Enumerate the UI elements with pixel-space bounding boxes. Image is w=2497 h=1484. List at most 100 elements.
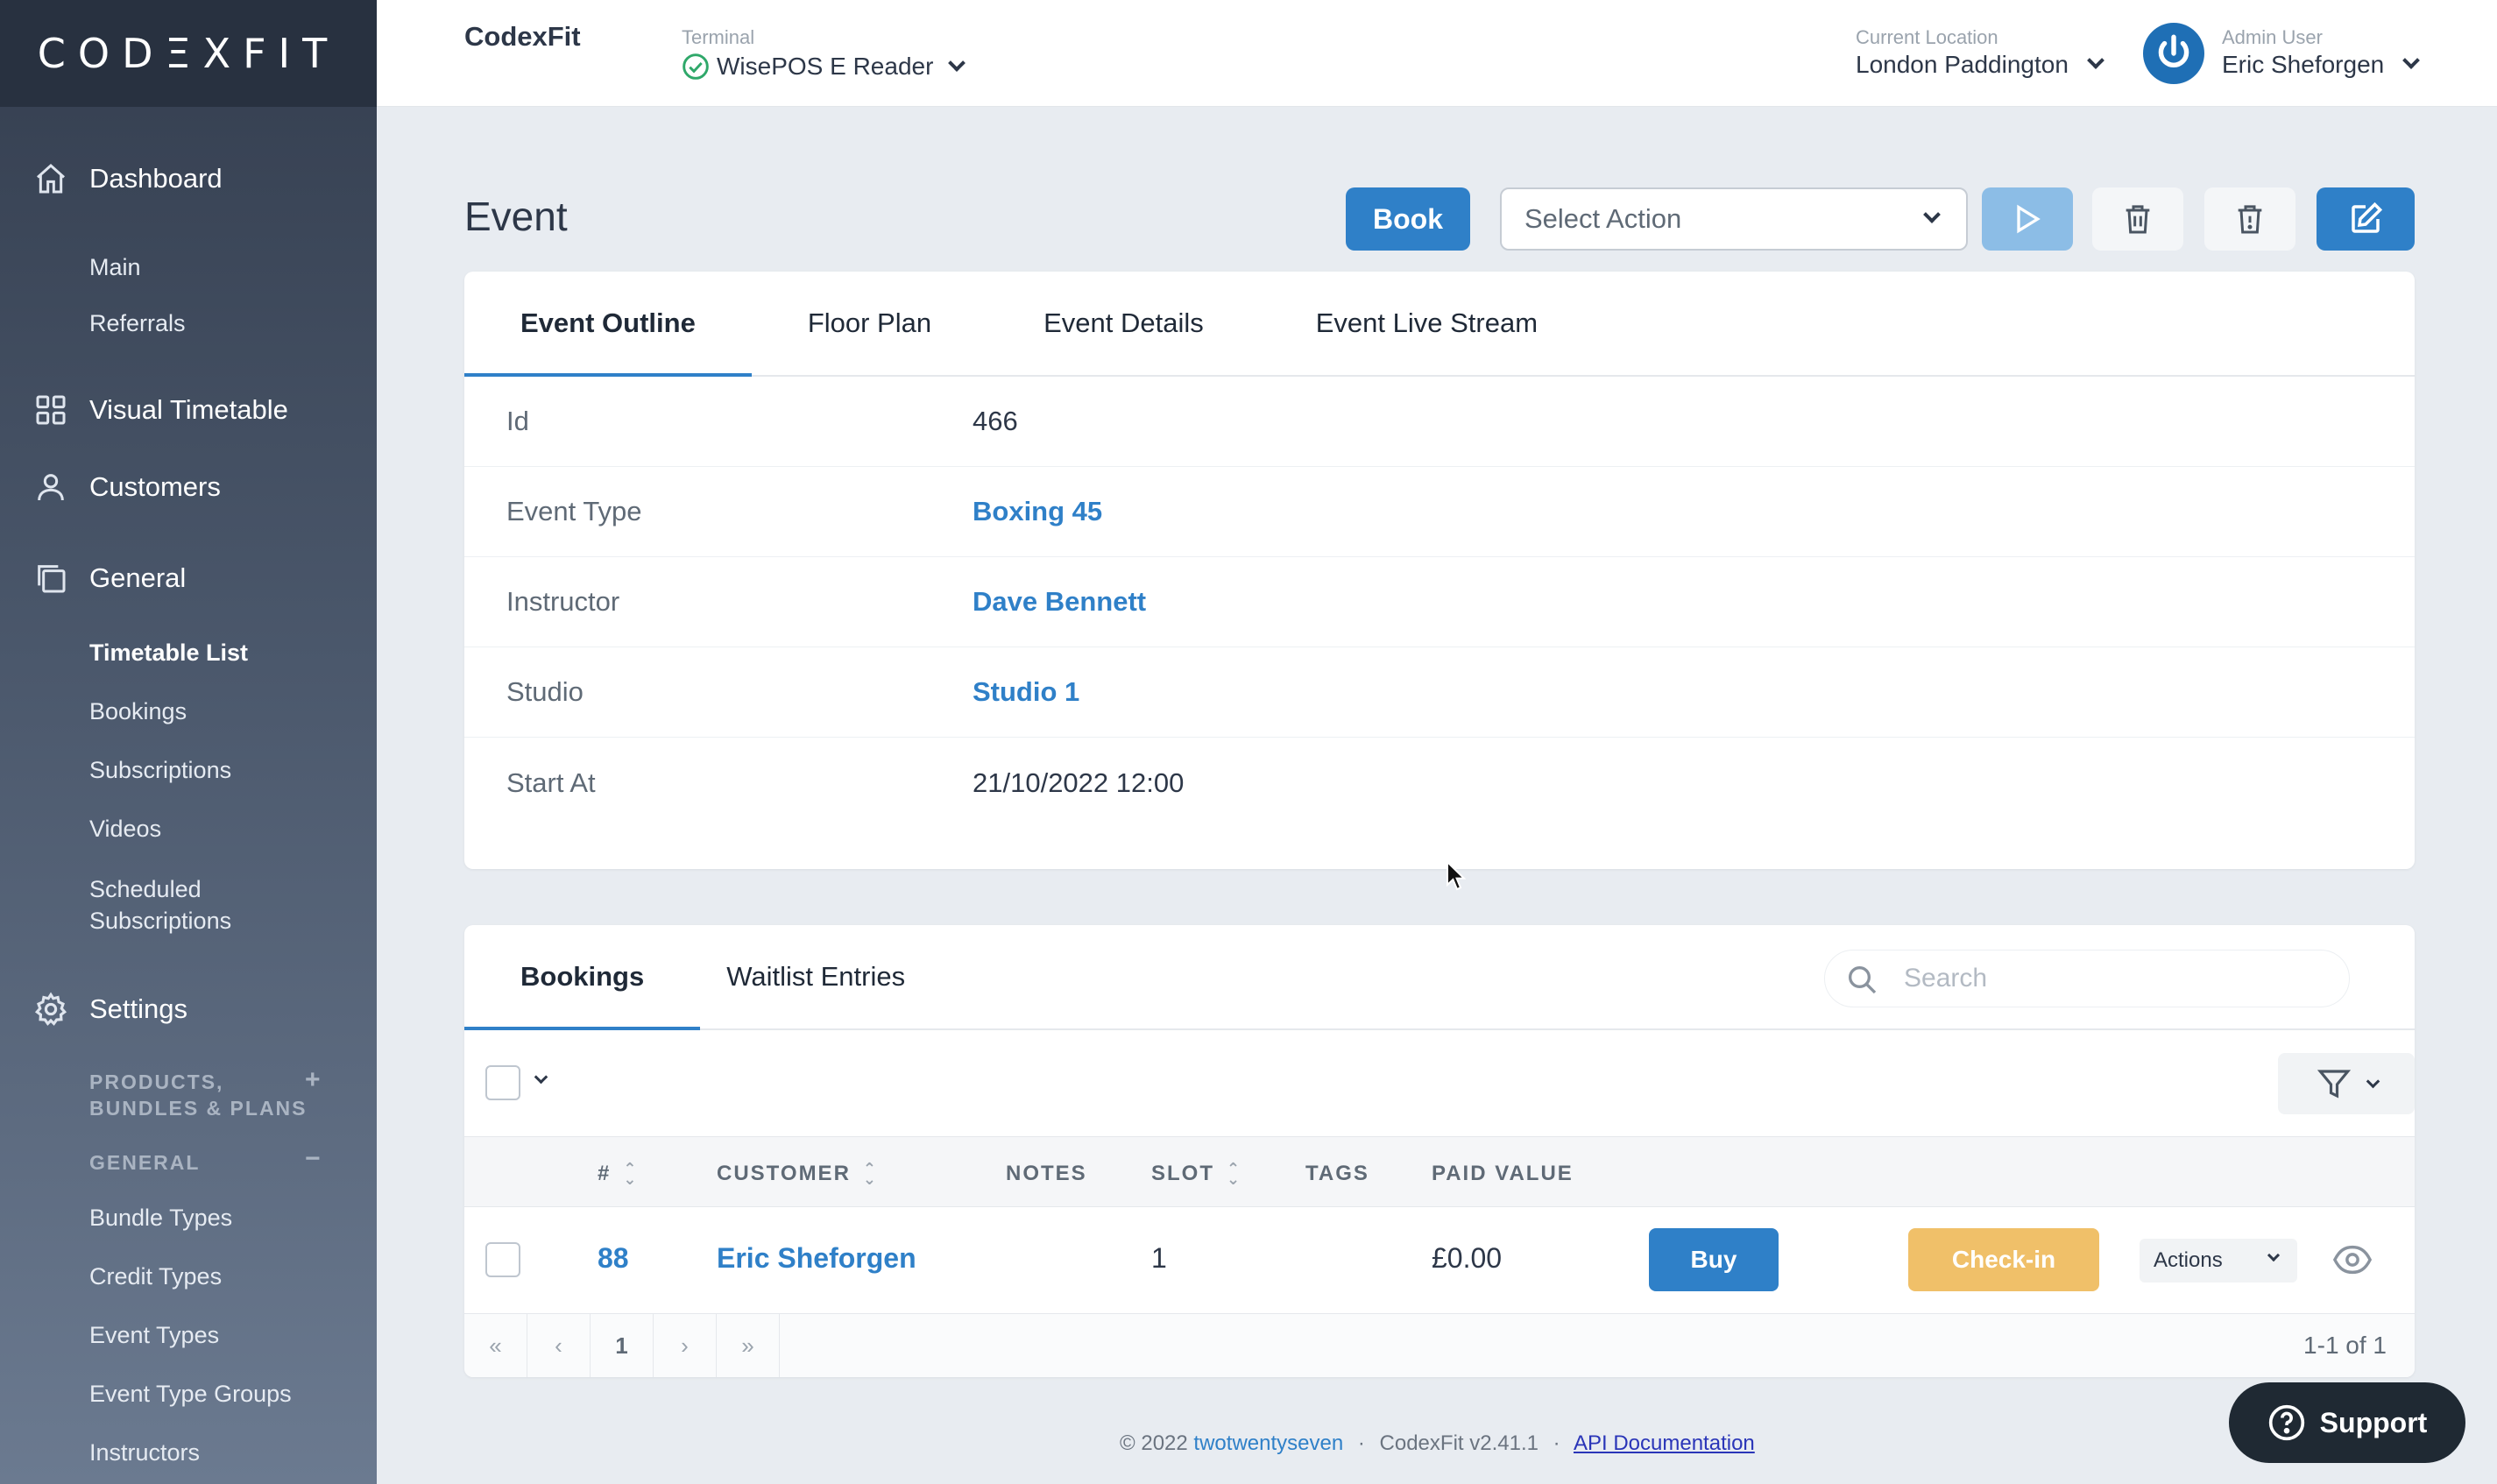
sidebar-item-timetable-list[interactable]: Timetable List	[89, 640, 248, 667]
copy-icon	[32, 559, 70, 597]
sidebar-item-scheduled-subscriptions[interactable]: Scheduled Subscriptions	[89, 873, 231, 936]
chevron-down-icon	[1923, 206, 1941, 223]
sidebar-item-label: General	[89, 562, 187, 593]
detail-label: Start At	[506, 767, 596, 798]
tab-floor-plan[interactable]: Floor Plan	[752, 272, 987, 375]
book-button[interactable]: Book	[1346, 187, 1470, 251]
user-menu[interactable]: Eric Sheforgen	[2222, 51, 2421, 79]
sidebar-item-videos[interactable]: Videos	[89, 816, 161, 843]
event-type-link[interactable]: Boxing 45	[973, 496, 1102, 527]
tab-event-details[interactable]: Event Details	[987, 272, 1260, 375]
power-icon[interactable]	[2143, 23, 2204, 84]
delete-button[interactable]	[2092, 187, 2183, 251]
grid-icon	[32, 391, 70, 429]
column-label: #	[598, 1162, 612, 1185]
api-documentation-link[interactable]: API Documentation	[1574, 1431, 1755, 1455]
select-all-checkbox[interactable]	[485, 1065, 520, 1100]
search-input[interactable]: Search	[1824, 950, 2350, 1007]
select-action-dropdown[interactable]: Select Action	[1500, 187, 1968, 251]
filter-button[interactable]	[2278, 1053, 2415, 1114]
tab-event-live-stream[interactable]: Event Live Stream	[1260, 272, 1594, 375]
event-card: Event Outline Floor Plan Event Details E…	[464, 272, 2415, 869]
trash-alert-icon	[2238, 205, 2262, 234]
sort-icon: ⌃ ⌄	[1227, 1160, 1242, 1188]
row-checkbox[interactable]	[485, 1242, 520, 1277]
pagination-info: 1-1 of 1	[2303, 1332, 2387, 1359]
actions-label: Actions	[2154, 1248, 2223, 1272]
chevron-down-icon[interactable]	[534, 1070, 548, 1085]
prev-page-button[interactable]: ‹	[527, 1314, 591, 1377]
terminal-label: Terminal	[682, 26, 755, 48]
location-selector[interactable]: London Paddington	[1856, 51, 2104, 79]
next-page-button[interactable]: ›	[654, 1314, 717, 1377]
edit-button[interactable]	[2317, 187, 2415, 251]
gear-icon	[32, 990, 70, 1028]
column-header-notes: NOTES	[1006, 1162, 1087, 1185]
sidebar-item-event-type-groups[interactable]: Event Type Groups	[89, 1381, 292, 1408]
detail-label: Studio	[506, 676, 584, 707]
cancel-event-button[interactable]	[2204, 187, 2295, 251]
sidebar-item-settings[interactable]: Settings	[32, 990, 187, 1028]
sidebar-group-products[interactable]: PRODUCTS, BUNDLES & PLANS	[89, 1069, 308, 1121]
sidebar: CODΞXFIT Dashboard Main Referrals Visual…	[0, 0, 377, 1484]
sidebar-item-customers[interactable]: Customers	[32, 468, 221, 506]
brand-logo[interactable]: CODΞXFIT	[38, 30, 339, 77]
sidebar-item-instructors[interactable]: Instructors	[89, 1439, 200, 1466]
support-button[interactable]: Support	[2229, 1382, 2465, 1463]
user-label: Admin User	[2222, 26, 2323, 48]
sidebar-item-credit-types[interactable]: Credit Types	[89, 1263, 222, 1290]
mouse-cursor-icon	[1446, 859, 1467, 896]
tab-event-outline[interactable]: Event Outline	[464, 272, 752, 377]
check-circle-icon	[682, 53, 710, 81]
group-label: PRODUCTS,	[89, 1071, 224, 1093]
sidebar-item-visual-timetable[interactable]: Visual Timetable	[32, 391, 288, 429]
column-header-customer[interactable]: CUSTOMER ⌃ ⌄	[717, 1161, 878, 1187]
customer-link[interactable]: Eric Sheforgen	[717, 1242, 916, 1275]
column-header-number[interactable]: # ⌃ ⌄	[598, 1160, 639, 1188]
last-page-button[interactable]: »	[717, 1314, 780, 1377]
user-icon	[32, 468, 70, 506]
check-in-button[interactable]: Check-in	[1908, 1228, 2099, 1291]
first-page-button[interactable]: «	[464, 1314, 527, 1377]
sidebar-item-bundle-types[interactable]: Bundle Types	[89, 1205, 232, 1232]
sort-icon: ⌃ ⌄	[623, 1160, 639, 1188]
sidebar-item-event-types[interactable]: Event Types	[89, 1322, 219, 1349]
buy-button[interactable]: Buy	[1649, 1228, 1779, 1291]
page-1-button[interactable]: 1	[591, 1314, 654, 1377]
collapse-group-toggle[interactable]: −	[305, 1144, 321, 1174]
help-circle-icon	[2268, 1404, 2304, 1441]
sidebar-item-dashboard[interactable]: Dashboard	[32, 159, 223, 198]
footer-separator: ·	[1553, 1431, 1560, 1455]
sidebar-item-referrals[interactable]: Referrals	[89, 310, 186, 337]
paid-value: £0.00	[1432, 1242, 1503, 1274]
view-eye-icon[interactable]	[2332, 1242, 2373, 1282]
location-value: London Paddington	[1856, 51, 2069, 78]
select-action-label: Select Action	[1524, 203, 1682, 234]
company-link[interactable]: twotwentyseven	[1193, 1431, 1343, 1455]
sidebar-item-label: Settings	[89, 993, 188, 1024]
run-button[interactable]	[1982, 187, 2073, 251]
app-brand[interactable]: CodexFit	[464, 21, 581, 53]
column-header-slot[interactable]: SLOT ⌃ ⌄	[1151, 1160, 1242, 1188]
tab-waitlist-entries[interactable]: Waitlist Entries	[700, 925, 931, 1028]
expand-group-toggle[interactable]: +	[305, 1065, 321, 1095]
sidebar-item-general[interactable]: General	[32, 559, 186, 597]
user-name: Eric Sheforgen	[2222, 51, 2385, 78]
studio-link[interactable]: Studio 1	[973, 676, 1079, 708]
row-actions-dropdown[interactable]: Actions	[2140, 1239, 2297, 1283]
chevron-down-icon	[2366, 1074, 2380, 1088]
play-icon	[2017, 204, 2041, 234]
terminal-selector[interactable]: WisePOS E Reader	[682, 53, 966, 81]
copyright-text: © 2022	[1120, 1431, 1188, 1455]
sidebar-item-bookings[interactable]: Bookings	[89, 698, 187, 725]
sidebar-item-subscriptions[interactable]: Subscriptions	[89, 757, 231, 784]
booking-number-link[interactable]: 88	[598, 1242, 629, 1275]
detail-row-event-type: Event Type Boxing 45	[464, 467, 2415, 557]
detail-row-studio: Studio Studio 1	[464, 647, 2415, 738]
sidebar-group-general[interactable]: GENERAL	[89, 1149, 200, 1176]
instructor-link[interactable]: Dave Bennett	[973, 586, 1146, 618]
tab-bookings[interactable]: Bookings	[464, 925, 701, 1030]
detail-label: Instructor	[506, 586, 620, 617]
sidebar-item-main[interactable]: Main	[89, 254, 141, 281]
detail-row-id: Id 466	[464, 377, 2415, 467]
